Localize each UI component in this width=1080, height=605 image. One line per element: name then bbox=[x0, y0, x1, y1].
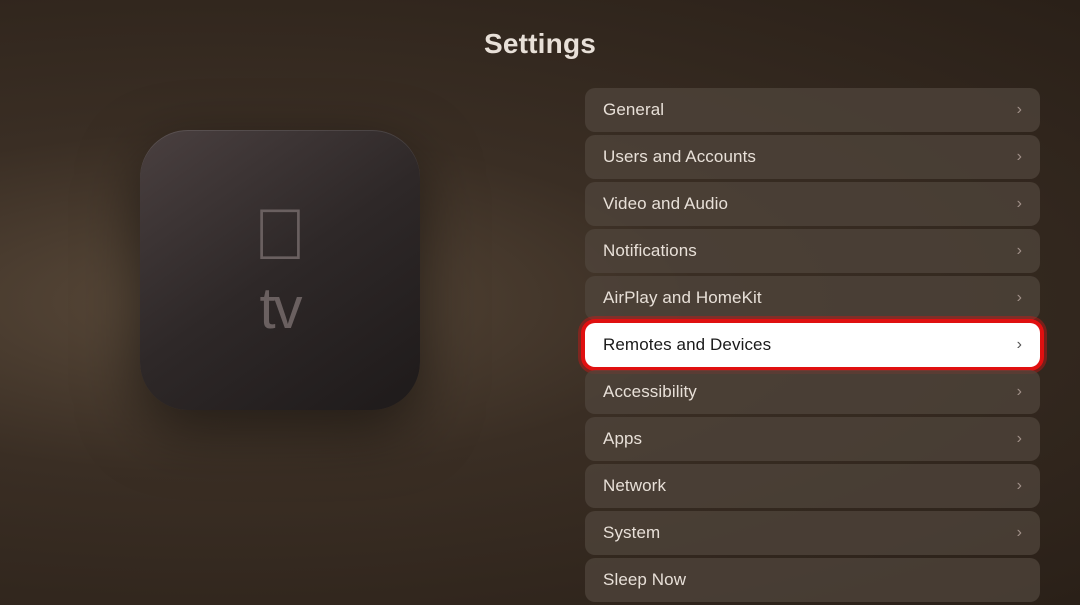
settings-item-sleep-now[interactable]: Sleep Now bbox=[585, 558, 1040, 602]
settings-item-label-users-accounts: Users and Accounts bbox=[603, 147, 756, 167]
appletv-device:  tv bbox=[100, 90, 460, 450]
settings-item-label-system: System bbox=[603, 523, 660, 543]
settings-item-system[interactable]: System › bbox=[585, 511, 1040, 555]
chevron-icon-apps: › bbox=[1017, 430, 1022, 448]
chevron-icon-users-accounts: › bbox=[1017, 148, 1022, 166]
settings-item-accessibility[interactable]: Accessibility › bbox=[585, 370, 1040, 414]
chevron-icon-remotes-devices: › bbox=[1017, 336, 1022, 354]
settings-item-label-accessibility: Accessibility bbox=[603, 382, 697, 402]
settings-item-label-sleep-now: Sleep Now bbox=[603, 570, 686, 590]
chevron-icon-airplay-homekit: › bbox=[1017, 289, 1022, 307]
settings-item-apps[interactable]: Apps › bbox=[585, 417, 1040, 461]
tv-label: tv bbox=[259, 275, 300, 342]
page-title: Settings bbox=[0, 28, 1080, 60]
settings-item-label-notifications: Notifications bbox=[603, 241, 697, 261]
appletv-box:  tv bbox=[140, 130, 420, 410]
chevron-icon-network: › bbox=[1017, 477, 1022, 495]
settings-item-users-accounts[interactable]: Users and Accounts › bbox=[585, 135, 1040, 179]
settings-item-video-audio[interactable]: Video and Audio › bbox=[585, 182, 1040, 226]
settings-item-notifications[interactable]: Notifications › bbox=[585, 229, 1040, 273]
settings-item-label-network: Network bbox=[603, 476, 666, 496]
settings-item-label-general: General bbox=[603, 100, 664, 120]
settings-item-label-remotes-devices: Remotes and Devices bbox=[603, 335, 771, 355]
settings-item-general[interactable]: General › bbox=[585, 88, 1040, 132]
settings-item-label-airplay-homekit: AirPlay and HomeKit bbox=[603, 288, 762, 308]
settings-item-label-apps: Apps bbox=[603, 429, 642, 449]
settings-item-remotes-devices[interactable]: Remotes and Devices › bbox=[585, 323, 1040, 367]
settings-item-network[interactable]: Network › bbox=[585, 464, 1040, 508]
apple-logo-icon:  bbox=[253, 199, 307, 271]
settings-item-airplay-homekit[interactable]: AirPlay and HomeKit › bbox=[585, 276, 1040, 320]
chevron-icon-video-audio: › bbox=[1017, 195, 1022, 213]
settings-list: General›Users and Accounts›Video and Aud… bbox=[585, 88, 1040, 602]
chevron-icon-system: › bbox=[1017, 524, 1022, 542]
chevron-icon-notifications: › bbox=[1017, 242, 1022, 260]
chevron-icon-general: › bbox=[1017, 101, 1022, 119]
settings-item-label-video-audio: Video and Audio bbox=[603, 194, 728, 214]
chevron-icon-accessibility: › bbox=[1017, 383, 1022, 401]
